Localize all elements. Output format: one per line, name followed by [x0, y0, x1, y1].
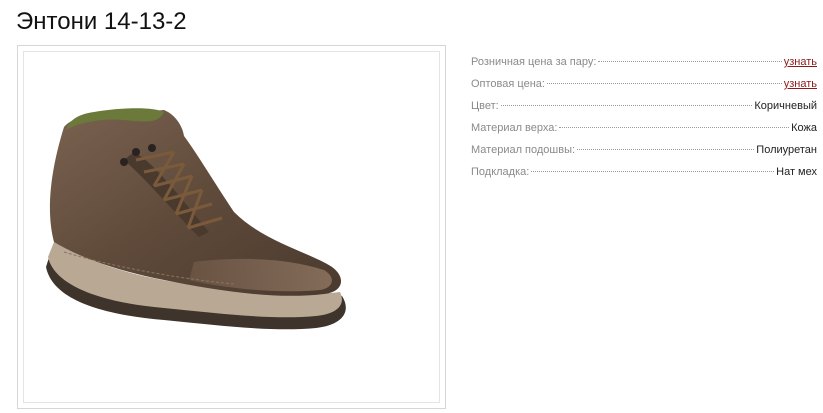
wholesale-price-link[interactable]: узнать [784, 76, 817, 92]
spec-value: Полиуретан [756, 144, 817, 156]
shoe-photo-icon [46, 108, 346, 330]
spec-sole-material: Материал подошвы: Полиуретан [471, 142, 817, 164]
spec-retail-price: Розничная цена за пару: узнать [471, 54, 817, 76]
dotted-leader [500, 105, 753, 106]
product-image[interactable] [23, 51, 440, 403]
dotted-leader [559, 127, 790, 128]
page-title: Энтони 14-13-2 [16, 8, 187, 35]
dotted-leader [598, 61, 782, 62]
product-image-frame [17, 45, 446, 409]
dotted-leader [577, 149, 755, 150]
spec-label: Оптовая цена: [471, 78, 545, 90]
spec-value: Коричневый [754, 100, 817, 112]
spec-value: Кожа [791, 122, 817, 134]
spec-label: Цвет: [471, 100, 499, 112]
spec-lining: Подкладка: Нат мех [471, 164, 817, 186]
dotted-leader [546, 83, 782, 84]
spec-value: Нат мех [776, 166, 817, 178]
spec-label: Материал верха: [471, 122, 558, 134]
product-specs: Розничная цена за пару: узнать Оптовая ц… [471, 54, 817, 186]
spec-upper-material: Материал верха: Кожа [471, 120, 817, 142]
spec-label: Розничная цена за пару: [471, 56, 597, 68]
spec-color: Цвет: Коричневый [471, 98, 817, 120]
retail-price-link[interactable]: узнать [784, 54, 817, 70]
spec-label: Материал подошвы: [471, 144, 576, 156]
dotted-leader [531, 171, 775, 172]
spec-wholesale-price: Оптовая цена: узнать [471, 76, 817, 98]
spec-label: Подкладка: [471, 166, 530, 178]
